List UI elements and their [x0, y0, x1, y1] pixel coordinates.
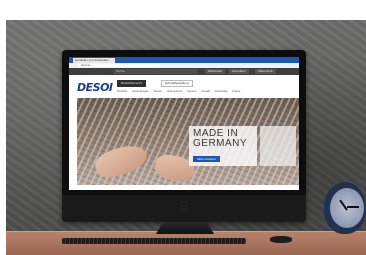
mouse: [270, 236, 292, 243]
hero-text-panel: MADE IN GERMANY Mehr erfahren: [189, 126, 257, 166]
keyboard: [62, 238, 246, 244]
hero-side-panel: [260, 126, 296, 166]
imac-stand: [156, 222, 214, 234]
hero-cta-button[interactable]: Mehr erfahren: [193, 156, 220, 162]
login-link[interactable]: Anmelden: [229, 69, 249, 74]
hero-banner: MADE IN GERMANY Mehr erfahren: [77, 98, 299, 185]
photo-scene:  Hersteller von Schrauben desoi.de Such…: [0, 0, 366, 255]
clock-minute-hand: [347, 206, 359, 208]
monitor-screen: Hersteller von Schrauben desoi.de Suche …: [69, 57, 299, 190]
search-input[interactable]: Suche: [113, 69, 197, 74]
nav-item[interactable]: Presse: [232, 90, 240, 93]
nav-item[interactable]: Produkte: [117, 90, 127, 93]
nav-item[interactable]: Kontakt: [201, 90, 210, 93]
order-overview-button[interactable]: Bestellübersicht: [117, 80, 147, 87]
cart-link[interactable]: Warenkorb: [255, 69, 276, 74]
nav-item[interactable]: Service: [153, 90, 162, 93]
quick-order-button[interactable]: Schnellbestellung: [161, 80, 193, 87]
merkzettel-link[interactable]: Merkzettel: [205, 69, 225, 74]
main-nav: Produkte Anwendungen Service Unternehmen…: [117, 89, 297, 94]
nav-item[interactable]: Anwendungen: [132, 90, 149, 93]
site-top-strip: Suche Merkzettel Anmelden Warenkorb: [69, 68, 299, 75]
nav-item[interactable]: Unternehmen: [167, 90, 183, 93]
site-header: DESOI Bestellübersicht Schnellbestellung…: [69, 75, 299, 98]
hero-title-line: GERMANY: [193, 138, 248, 149]
hero-title: MADE IN GERMANY: [193, 129, 257, 149]
desoi-logo[interactable]: DESOI: [77, 81, 113, 94]
nav-item[interactable]: Karriere: [187, 90, 196, 93]
apple-logo-icon: : [179, 201, 189, 213]
nav-item[interactable]: Downloads: [215, 90, 228, 93]
url-field[interactable]: desoi.de: [79, 64, 159, 67]
